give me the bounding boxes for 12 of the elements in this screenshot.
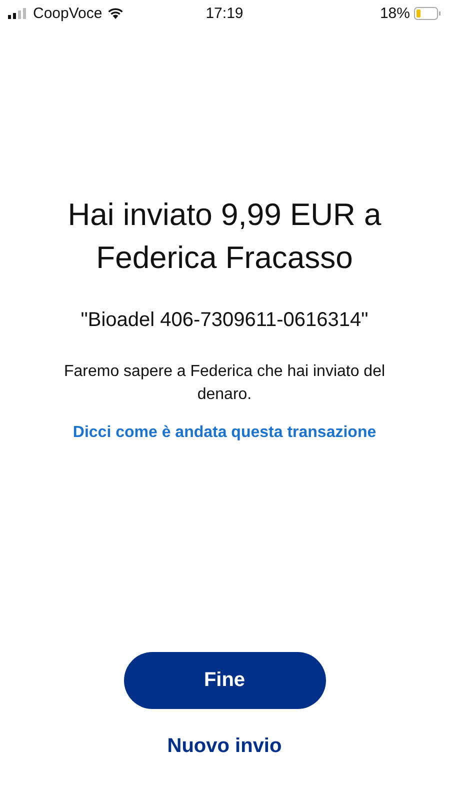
signal-icon	[8, 8, 28, 18]
payment-note: "Bioadel 406-7309611-0616314"	[80, 309, 368, 332]
clock-time: 17:19	[206, 4, 244, 22]
done-button[interactable]: Fine	[124, 652, 326, 709]
info-message: Faremo sapere a Federica che hai inviato del denaro.	[62, 362, 386, 405]
wifi-icon	[107, 7, 124, 19]
carrier-name: CoopVoce	[33, 4, 102, 22]
feedback-link[interactable]: Dicci come è andata questa transazione	[72, 424, 376, 442]
battery-icon	[414, 6, 441, 20]
battery-percent: 18%	[380, 4, 410, 22]
confirmation-title: Hai inviato 9,99 EUR a Federica Fracasso	[66, 196, 382, 277]
new-send-button[interactable]: Nuovo invio	[167, 735, 282, 758]
